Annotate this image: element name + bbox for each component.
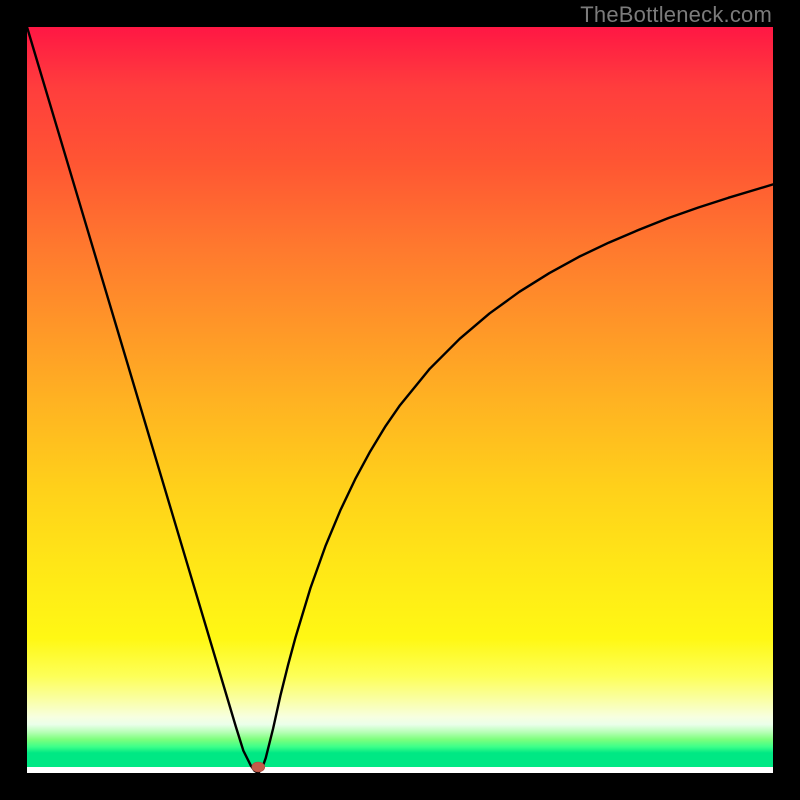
watermark-text: TheBottleneck.com: [580, 2, 772, 28]
chart-frame: TheBottleneck.com: [0, 0, 800, 800]
min-point-marker: [252, 762, 265, 772]
bottleneck-curve-path: [27, 27, 773, 773]
plot-area: [27, 27, 773, 773]
bottleneck-curve-svg: [27, 27, 773, 773]
